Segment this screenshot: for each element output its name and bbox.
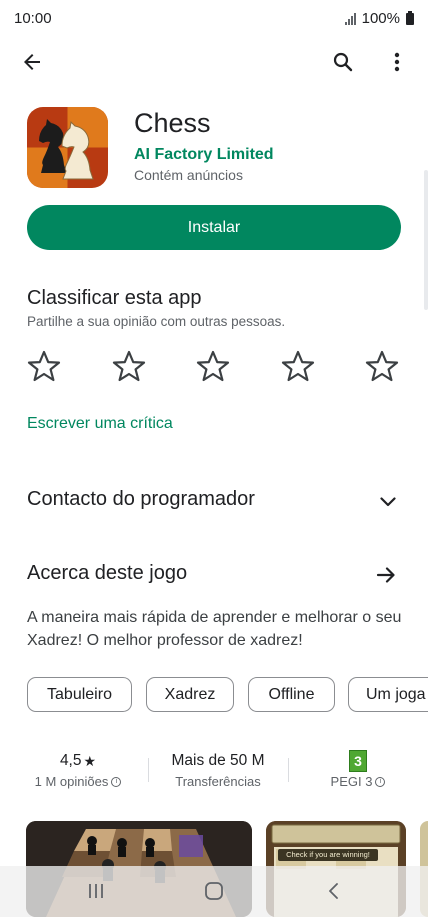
ads-notice: Contém anúncios [134, 167, 243, 183]
tag-chip-tabuleiro[interactable]: Tabuleiro [27, 677, 132, 712]
top-app-bar [0, 40, 428, 84]
about-game-row[interactable]: Acerca deste jogo [27, 562, 401, 590]
rate-section-title: Classificar esta app [27, 287, 202, 309]
system-back-button[interactable] [314, 876, 354, 906]
star-outline-icon [112, 350, 146, 382]
star-outline-icon [27, 350, 61, 382]
status-bar: 10:00 100% [0, 0, 428, 38]
write-review-link[interactable]: Escrever uma crítica [27, 415, 173, 433]
rating-value: 4,5 [59, 752, 82, 769]
rating-star-5[interactable] [365, 350, 399, 382]
developer-contact-title: Contacto do programador [27, 488, 255, 510]
app-title: Chess [134, 108, 211, 138]
reviews-count: 1 M opiniões [34, 774, 109, 789]
rating-star-1[interactable] [27, 350, 61, 382]
downloads-label: Transferências [175, 774, 261, 789]
about-game-title: Acerca deste jogo [27, 562, 188, 584]
tag-chip-offline[interactable]: Offline [248, 677, 335, 712]
stat-rating[interactable]: 4,5 ★ 1 M opiniões i [22, 750, 134, 789]
search-icon [333, 52, 353, 72]
stat-downloads: Mais de 50 M Transferências [156, 750, 280, 789]
info-icon: i [111, 776, 122, 787]
stat-divider [288, 758, 289, 782]
stat-divider [148, 758, 149, 782]
star-icon: ★ [83, 752, 97, 769]
info-icon: i [375, 776, 386, 787]
tag-chip-um-jogador[interactable]: Um joga [348, 677, 428, 712]
rating-star-4[interactable] [281, 350, 315, 382]
chevron-down-icon [380, 497, 396, 507]
status-indicators: 100% [344, 10, 414, 27]
system-nav-bar [0, 866, 428, 917]
chevron-left-icon [329, 883, 338, 899]
rate-section-subtitle: Partilhe a sua opinião com outras pessoa… [27, 314, 286, 329]
home-button[interactable] [194, 876, 234, 906]
developer-contact-row[interactable]: Contacto do programador [27, 488, 401, 516]
pegi-label: PEGI 3 [330, 774, 373, 789]
status-time: 10:00 [14, 10, 52, 27]
downloads-value: Mais de 50 M [171, 752, 265, 769]
rating-star-2[interactable] [112, 350, 146, 382]
install-button[interactable]: Instalar [27, 205, 401, 250]
arrow-right-icon [376, 567, 395, 583]
scrollbar[interactable] [424, 170, 428, 310]
stat-pegi[interactable]: 3 PEGI 3 i [298, 750, 418, 789]
star-outline-icon [196, 350, 230, 382]
rating-star-3[interactable] [196, 350, 230, 382]
battery-icon [406, 10, 414, 25]
search-button[interactable] [323, 42, 363, 82]
signal-icon [344, 12, 356, 25]
star-outline-icon [365, 350, 399, 382]
pegi-badge: 3 [349, 750, 367, 772]
developer-link[interactable]: AI Factory Limited [134, 146, 274, 164]
screenshot-banner: Check if you are winning! [278, 849, 378, 861]
star-outline-icon [281, 350, 315, 382]
arrow-left-icon [24, 54, 40, 70]
tag-chip-xadrez[interactable]: Xadrez [146, 677, 234, 712]
about-game-description: A maneira mais rápida de aprender e melh… [27, 609, 402, 649]
battery-percent: 100% [361, 10, 400, 27]
app-icon [27, 107, 108, 188]
home-icon [205, 882, 223, 900]
recent-apps-button[interactable] [76, 876, 116, 906]
more-options-button[interactable] [377, 42, 417, 82]
more-vert-icon [394, 52, 400, 72]
recent-apps-icon [89, 884, 103, 898]
back-button[interactable] [12, 42, 52, 82]
